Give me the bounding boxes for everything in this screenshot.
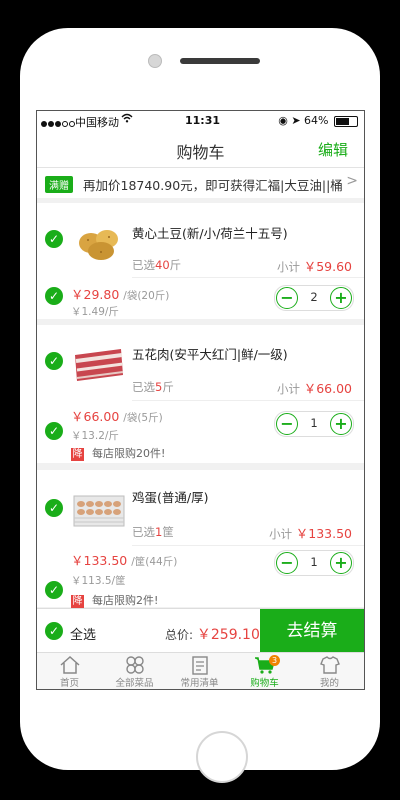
- divider: [132, 277, 364, 278]
- product-image-potato[interactable]: [71, 217, 127, 263]
- battery-icon: [334, 115, 358, 127]
- select-all-check-icon[interactable]: ✓: [45, 622, 63, 640]
- purchase-limit: 降每店限购20件!: [71, 447, 166, 461]
- tab-all-dishes[interactable]: 全部菜品: [102, 655, 167, 689]
- battery-percent: 64%: [304, 114, 329, 127]
- quantity-stepper: − 1 +: [274, 411, 354, 437]
- selected-qty: 已选40斤: [132, 258, 182, 272]
- minus-button[interactable]: −: [276, 287, 298, 309]
- nav-bar: 购物车 编辑: [37, 131, 364, 168]
- discount-tag-icon: 降: [71, 448, 84, 461]
- clock: 11:31: [185, 114, 221, 127]
- tab-mine[interactable]: 我的: [297, 655, 362, 689]
- selected-qty: 已选5斤: [132, 380, 174, 394]
- quantity-value[interactable]: 1: [301, 555, 327, 569]
- status-bar: 中国移动 11:31 ◉ ➤ 64%: [37, 111, 364, 131]
- select-all-label[interactable]: 全选: [70, 624, 96, 643]
- speaker-grille: [180, 58, 260, 64]
- tab-label: 我的: [319, 678, 339, 689]
- page-title: 购物车: [176, 143, 225, 162]
- item-check-icon[interactable]: ✓: [45, 499, 63, 517]
- home-button[interactable]: [196, 731, 248, 783]
- discount-tag-icon: 降: [71, 595, 84, 608]
- lock-rotation-icon: ◉: [278, 114, 288, 127]
- tab-home[interactable]: 首页: [37, 655, 102, 689]
- carrier-name: 中国移动: [75, 116, 119, 129]
- quantity-value[interactable]: 1: [301, 416, 327, 430]
- total-price: 总价: ￥259.10: [165, 627, 260, 643]
- status-right: ◉ ➤ 64%: [278, 114, 358, 127]
- quantity-stepper: − 1 +: [274, 550, 354, 576]
- promo-tag: 满赠: [45, 176, 73, 193]
- tab-label: 全部菜品: [115, 678, 154, 689]
- minus-button[interactable]: −: [276, 413, 298, 435]
- app-screen: 中国移动 11:31 ◉ ➤ 64% 购物车 编辑 满赠 再加价18740.90…: [36, 110, 365, 690]
- purchase-limit: 降每店限购2件!: [71, 594, 159, 608]
- product-name[interactable]: 五花肉(安平大红门|鲜/一级): [132, 344, 288, 363]
- wifi-icon: [121, 112, 133, 126]
- price: ￥66.00 /袋(5斤): [71, 409, 163, 424]
- plus-button[interactable]: +: [330, 552, 352, 574]
- location-icon: ➤: [291, 114, 301, 127]
- product-image-eggs[interactable]: [71, 488, 127, 534]
- item-check-icon[interactable]: ✓: [45, 422, 63, 440]
- subtotal: 小计 ￥66.00: [277, 381, 352, 396]
- checkout-bar: ✓ 全选 总价: ￥259.10 去结算: [37, 608, 364, 653]
- selected-qty: 已选1筐: [132, 525, 174, 539]
- tab-label: 常用清单: [180, 678, 219, 689]
- cart-badge: 3: [269, 655, 280, 666]
- price: ￥133.50 /筐(44斤): [71, 553, 178, 568]
- item-check-icon[interactable]: ✓: [45, 287, 63, 305]
- quantity-stepper: − 2 +: [274, 285, 354, 311]
- product-name[interactable]: 黄心土豆(新/小/荷兰十五号): [132, 223, 288, 242]
- minus-button[interactable]: −: [276, 552, 298, 574]
- cart-item: ✓ ✓ 鸡蛋(普通/厚) 已选1筐 小计 ￥133.50 ￥133.50 /筐(…: [37, 470, 364, 608]
- item-check-icon[interactable]: ✓: [45, 352, 63, 370]
- divider: [132, 400, 364, 401]
- unit-price: ￥13.2/斤: [71, 430, 119, 442]
- home-icon: [60, 655, 79, 674]
- list-icon: [191, 656, 208, 675]
- tab-cart[interactable]: 3 购物车: [232, 655, 297, 689]
- promo-text: 再加价18740.90元，即可获得汇福|大豆油||桶(!: [83, 178, 343, 193]
- unit-price: ￥113.5/筐: [71, 575, 126, 587]
- subtotal: 小计 ￥133.50: [269, 526, 352, 541]
- tab-label: 首页: [59, 678, 79, 689]
- checkout-button[interactable]: 去结算: [260, 609, 364, 653]
- divider: [132, 545, 364, 546]
- item-check-icon[interactable]: ✓: [45, 230, 63, 248]
- subtotal: 小计 ￥59.60: [277, 259, 352, 274]
- tab-common-list[interactable]: 常用清单: [167, 655, 232, 689]
- chevron-right-icon: >: [346, 173, 358, 189]
- edit-button[interactable]: 编辑: [318, 139, 348, 160]
- plus-button[interactable]: +: [330, 413, 352, 435]
- front-camera: [148, 54, 162, 68]
- item-check-icon[interactable]: ✓: [45, 581, 63, 599]
- cart-item: ✓ ✓ 黄心土豆(新/小/荷兰十五号) 已选40斤 小计 ￥59.60 ￥29.…: [37, 203, 364, 319]
- product-name[interactable]: 鸡蛋(普通/厚): [132, 487, 208, 506]
- unit-price: ￥1.49/斤: [71, 306, 119, 318]
- user-icon: [319, 656, 340, 674]
- plus-button[interactable]: +: [330, 287, 352, 309]
- grid-icon: [125, 656, 144, 674]
- quantity-value[interactable]: 2: [301, 290, 327, 304]
- signal-icon: [41, 117, 76, 130]
- promo-banner[interactable]: 满赠 再加价18740.90元，即可获得汇福|大豆油||桶(! >: [37, 168, 364, 198]
- cart-item: ✓ ✓ 五花肉(安平大红门|鲜/一级) 已选5斤 小计 ￥66.00 ￥66.0…: [37, 325, 364, 463]
- tab-label: 购物车: [250, 678, 279, 689]
- price: ￥29.80 /袋(20斤): [71, 287, 170, 302]
- tab-bar: 首页 全部菜品 常用清单 3 购物车 我的: [37, 652, 364, 689]
- product-image-pork[interactable]: [71, 341, 127, 387]
